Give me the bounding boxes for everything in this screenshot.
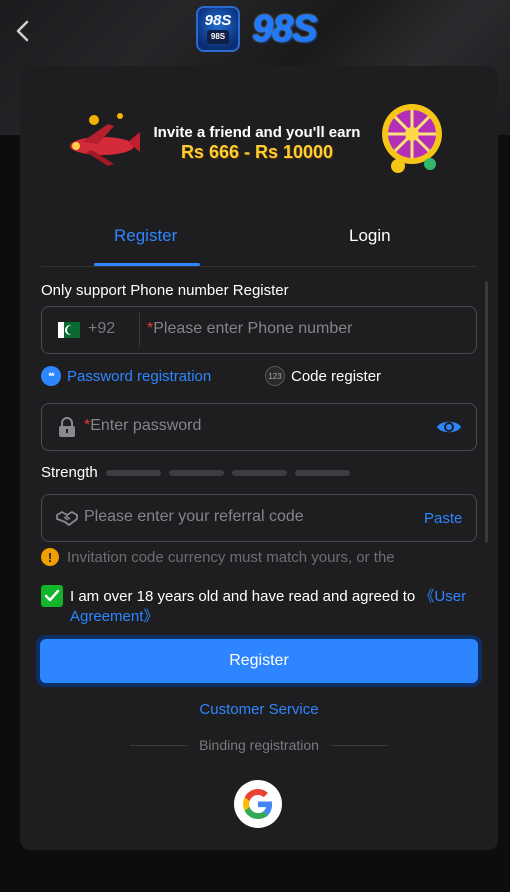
code-mode-icon: 123	[265, 366, 285, 386]
google-login-button[interactable]	[234, 780, 282, 828]
warning-text: Invitation code currency must match your…	[67, 548, 395, 566]
password-registration-option[interactable]: ** Password registration	[41, 366, 211, 386]
code-mode-label: Code register	[291, 367, 382, 385]
pakistan-flag-icon	[58, 322, 80, 338]
agreement-statement: I am over 18 years old and have read and…	[70, 588, 420, 605]
phone-field[interactable]: +92 *Please enter Phone number	[41, 306, 477, 354]
country-code[interactable]: +92	[88, 320, 115, 338]
password-strength: Strength	[41, 464, 350, 481]
agreement-checkbox[interactable]	[41, 585, 63, 607]
lock-icon	[59, 417, 75, 437]
strength-label: Strength	[41, 464, 98, 481]
strength-segment	[231, 469, 287, 476]
banner-line2: Rs 666 - Rs 10000	[180, 142, 334, 162]
active-tab-indicator	[94, 263, 200, 266]
logo-badge-sub: 98S	[206, 30, 230, 44]
password-field[interactable]: *Enter password	[41, 403, 477, 451]
brand-logo: 98S 98S 98S	[196, 6, 318, 52]
strength-segment	[105, 469, 161, 476]
google-icon	[243, 789, 273, 819]
plane-icon	[70, 113, 140, 166]
phone-placeholder-text: Please enter Phone number	[153, 320, 353, 337]
strength-segment	[294, 469, 350, 476]
password-mode-icon: **	[41, 366, 61, 386]
form-scrollbar[interactable]	[485, 281, 488, 543]
eye-icon[interactable]	[436, 418, 462, 436]
customer-service-link[interactable]: Customer Service	[20, 701, 498, 718]
password-mode-label: Password registration	[67, 367, 212, 385]
code-register-option[interactable]: 123 Code register	[265, 366, 381, 386]
referral-code-field[interactable]: Please enter your referral code Paste	[41, 494, 477, 542]
tab-register[interactable]: Register	[114, 226, 177, 246]
password-placeholder-text: Enter password	[90, 417, 202, 434]
agreement-text: I am over 18 years old and have read and…	[70, 587, 480, 627]
register-button[interactable]: Register	[36, 635, 482, 687]
logo-badge: 98S 98S	[196, 6, 240, 52]
paste-button[interactable]: Paste	[424, 510, 462, 527]
invitation-warning: ! Invitation code currency must match yo…	[41, 548, 395, 566]
back-arrow-icon	[16, 20, 29, 42]
warning-icon: !	[41, 548, 59, 566]
logo-wordmark: 98S	[252, 7, 318, 50]
binding-label: Binding registration	[199, 737, 319, 753]
strength-segment	[168, 469, 224, 476]
binding-registration-divider: Binding registration	[130, 737, 389, 753]
invite-banner[interactable]: Invite a friend and you'll earn Rs 666 -…	[62, 94, 454, 178]
wheel-icon	[382, 104, 442, 173]
phone-placeholder[interactable]: *Please enter Phone number	[147, 320, 352, 338]
banner-line1: Invite a friend and you'll earn	[153, 124, 361, 141]
tab-login[interactable]: Login	[349, 226, 391, 246]
handshake-icon	[56, 511, 78, 526]
field-divider	[139, 313, 140, 347]
check-icon	[44, 589, 60, 602]
password-placeholder[interactable]: *Enter password	[84, 417, 201, 435]
back-button[interactable]	[12, 18, 34, 44]
banner-text: Invite a friend and you'll earn Rs 666 -…	[142, 124, 372, 163]
logo-badge-text: 98S	[204, 12, 232, 29]
register-card: Invite a friend and you'll earn Rs 666 -…	[20, 66, 498, 850]
auth-tabs: Register Login	[41, 212, 477, 267]
divider-line	[130, 744, 188, 746]
referral-placeholder[interactable]: Please enter your referral code	[84, 508, 304, 526]
divider-line	[330, 744, 389, 746]
phone-only-note: Only support Phone number Register	[41, 282, 289, 299]
